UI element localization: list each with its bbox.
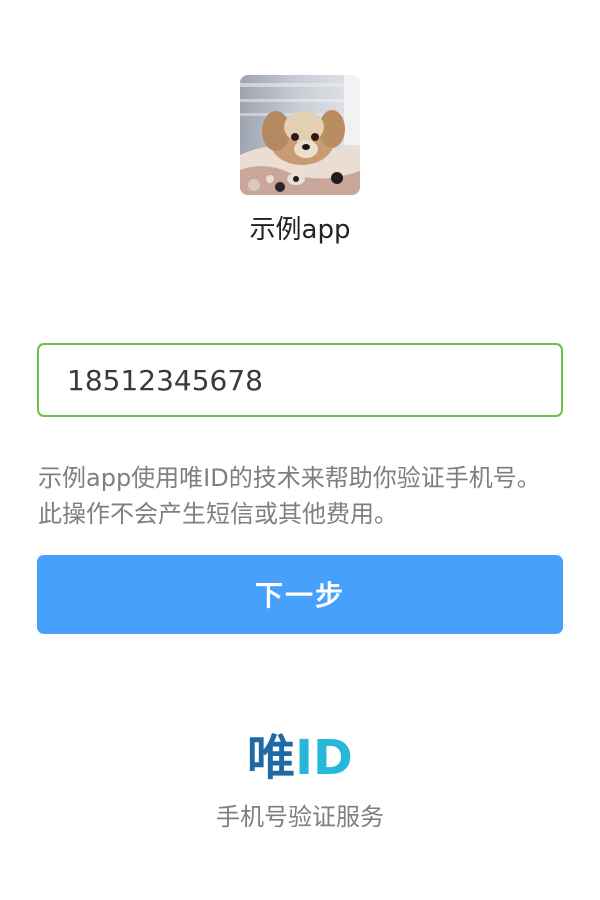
weiid-logo: 唯ID: [0, 728, 600, 788]
dog-photo-icon: [240, 75, 360, 195]
weiid-logo-id: ID: [295, 730, 353, 786]
verification-notice: 示例app使用唯ID的技术来帮助你验证手机号。此操作不会产生短信或其他费用。: [38, 464, 541, 528]
phone-number-field[interactable]: [37, 343, 563, 417]
next-step-button[interactable]: 下一步: [37, 555, 563, 634]
app-logo-image: [240, 75, 360, 195]
brand-tagline: 手机号验证服务: [216, 803, 384, 831]
weiid-logo-char: 唯: [247, 730, 296, 786]
app-name: 示例app: [249, 215, 351, 245]
phone-number-input[interactable]: [67, 345, 537, 415]
